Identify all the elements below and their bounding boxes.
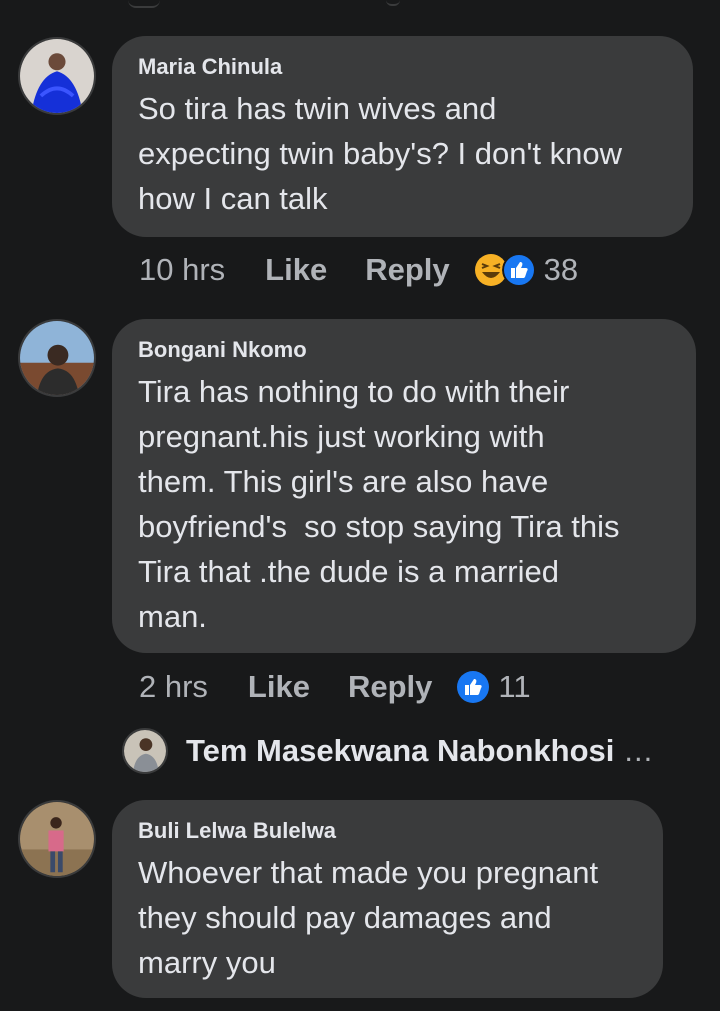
comment-author[interactable]: Maria Chinula — [138, 54, 667, 80]
avatar — [122, 728, 168, 774]
avatar-photo-woman-standing — [20, 802, 94, 876]
like-button[interactable]: Like — [248, 669, 310, 705]
comment-bubble: Bongani Nkomo Tira has nothing to do wit… — [112, 319, 696, 653]
comment-author[interactable]: Buli Lelwa Bulelwa — [138, 818, 637, 844]
like-reaction-icon — [501, 253, 536, 287]
comment-bubble: Buli Lelwa Bulelwa Whoever that made you… — [112, 800, 663, 998]
comment-timestamp[interactable]: 2 hrs — [139, 669, 208, 705]
like-button[interactable]: Like — [265, 252, 327, 288]
reply-button[interactable]: Reply — [365, 252, 449, 288]
avatar[interactable] — [18, 319, 96, 397]
avatar-photo-man — [20, 321, 94, 395]
avatar-photo-blue-dress — [20, 39, 94, 113]
reactions-summary[interactable]: 38 — [474, 252, 578, 288]
comment-timestamp[interactable]: 10 hrs — [139, 252, 225, 288]
comment-text: So tira has twin wives and expecting twi… — [138, 91, 623, 216]
comment-text: Tira has nothing to do with their pregna… — [138, 374, 620, 634]
reaction-count: 11 — [498, 669, 531, 704]
like-reaction-icon — [457, 671, 490, 703]
replies-preview[interactable]: Tem Masekwana Nabonkhosi ... — [122, 728, 653, 774]
avatar[interactable] — [18, 800, 96, 878]
more-replies-indicator[interactable]: ... — [624, 733, 653, 769]
comment-actions: 2 hrs Like Reply 11 — [139, 669, 531, 705]
avatar[interactable] — [18, 37, 96, 115]
comment-author[interactable]: Bongani Nkomo — [138, 337, 670, 363]
reaction-count: 38 — [543, 252, 579, 287]
reply-button[interactable]: Reply — [348, 669, 432, 705]
previous-item-edge — [386, 0, 400, 6]
reply-author[interactable]: Tem Masekwana Nabonkhosi — [186, 733, 614, 769]
comment-bubble: Maria Chinula So tira has twin wives and… — [112, 36, 693, 237]
comment-actions: 10 hrs Like Reply 38 — [139, 252, 578, 288]
previous-avatar-edge — [128, 0, 160, 8]
avatar-photo-woman — [124, 730, 166, 772]
comment-text: Whoever that made you pregnant they shou… — [138, 855, 599, 980]
reactions-summary[interactable]: 11 — [456, 669, 531, 705]
